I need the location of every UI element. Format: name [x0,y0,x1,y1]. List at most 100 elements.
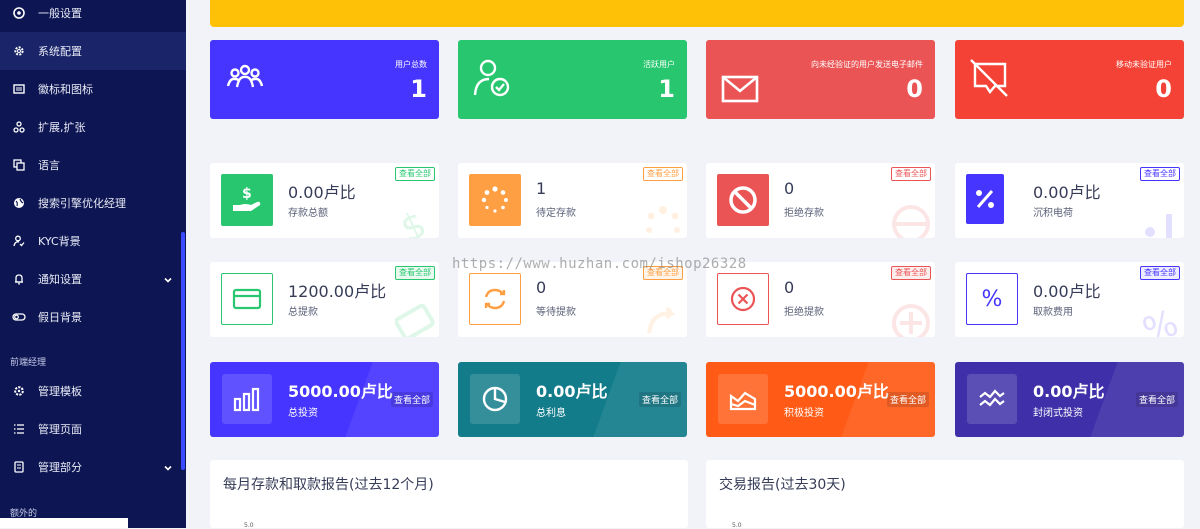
card-total-withdrawal[interactable]: 1200.00卢比 总提款 查看全部 [210,262,439,337]
card-total-users[interactable]: 用户总数 1 [210,40,439,119]
sidebar-item-seo-manager[interactable]: 搜索引擎优化经理 [0,184,186,222]
view-all-button[interactable]: 查看全部 [891,266,931,280]
card-label: 拒绝存款 [784,208,824,219]
sidebar-item-manage-templates[interactable]: 管理模板 [0,372,186,410]
card-active-investment[interactable]: 5000.00卢比 积极投资 查看全部 [706,362,935,437]
dollar-watermark-icon: $ [395,204,435,238]
pie-chart-icon [470,374,520,424]
percent-watermark-icon: % [1138,302,1184,337]
card-pending-withdrawal[interactable]: 0 等待提款 查看全部 [458,262,687,337]
sidebar-item-label: 扩展,扩张 [38,121,86,134]
card-title: 向未经验证的用户发送电子邮件 [811,60,923,69]
view-all-button[interactable]: 查看全部 [390,392,433,407]
view-all-button[interactable]: 查看全部 [891,167,931,181]
sidebar-item-language[interactable]: 语言 [0,146,186,184]
card-label: 积极投资 [784,408,824,419]
sidebar-scrollbar[interactable] [181,232,185,470]
sidebar-item-label: 通知设置 [38,273,82,286]
card-closed-investment[interactable]: 0.00卢比 封闭式投资 查看全部 [955,362,1184,437]
svg-text:%: % [1140,303,1180,337]
card-rejected-deposit[interactable]: 0 拒绝存款 查看全部 [706,163,935,238]
card-title: 用户总数 [395,60,427,69]
card-value: 0 [906,75,923,103]
chevron-down-icon [164,274,172,283]
card-title: 移动未验证用户 [1116,60,1172,69]
report-title: 交易报告(过去30天) [719,477,846,493]
users-icon [224,58,266,98]
toggle-icon [12,310,26,324]
sidebar-item-label: KYC背景 [38,235,81,248]
card-watermark-icon [394,303,435,337]
card-total-investment[interactable]: 5000.00卢比 总投资 查看全部 [210,362,439,437]
svg-text:$: $ [242,186,252,202]
sidebar-item-label: 管理模板 [38,385,82,398]
sidebar-bottom-bar [0,518,128,528]
sidebar-item-manage-sections[interactable]: 管理部分 [0,448,186,486]
hand-dollar-icon: $ [221,174,273,226]
card-active-users[interactable]: 活跃用户 1 [458,40,687,119]
sync-icon [469,273,521,325]
card-value: 5000.00卢比 [784,382,889,401]
card-label: 存款总额 [288,208,328,219]
card-pending-deposit[interactable]: 1 待定存款 查看全部 [458,163,687,238]
view-all-button[interactable]: 查看全部 [395,167,435,181]
sidebar-item-general-settings[interactable]: 一般设置 [0,0,186,32]
card-mobile-unverified[interactable]: 移动未验证用户 0 [955,40,1184,119]
sidebar-item-notification-settings[interactable]: 通知设置 [0,260,186,298]
card-email-unverified[interactable]: 向未经验证的用户发送电子邮件 0 [706,40,935,119]
x-circle-icon [717,273,769,325]
view-all-button[interactable]: 查看全部 [638,392,681,407]
card-value: 0 [784,278,795,297]
card-value: 1200.00卢比 [288,282,387,301]
card-value: 1 [658,75,675,103]
bell-icon [12,272,26,286]
view-all-button[interactable]: 查看全部 [1140,266,1180,280]
card-value: 0.00卢比 [1033,382,1105,401]
card-label: 总投资 [288,408,318,419]
view-all-button[interactable]: 查看全部 [643,167,683,181]
credit-card-icon [221,273,273,325]
ban-icon [717,174,769,226]
sidebar-item-label: 搜索引擎优化经理 [38,197,126,210]
card-label: 总利息 [536,408,566,419]
user-check-icon [472,58,514,98]
sidebar-item-logo-icons[interactable]: 徽标和图标 [0,70,186,108]
card-withdrawal-fee[interactable]: % 0.00卢比 取款费用 查看全部 % [955,262,1184,337]
notice-banner [210,0,1184,27]
envelope-icon [720,74,762,114]
card-deposit-charge[interactable]: 0.00卢比 沉积电荷 查看全部 [955,163,1184,238]
minus-circle-watermark-icon [891,204,931,238]
card-value: 0 [784,179,795,198]
chevron-down-icon [164,462,172,471]
sidebar-item-extensions[interactable]: 扩展,扩张 [0,108,186,146]
view-all-button[interactable]: 查看全部 [1140,167,1180,181]
sidebar-item-system-config[interactable]: 系统配置 [0,32,186,70]
card-value: 0 [536,278,547,297]
card-label: 拒绝提款 [784,307,824,318]
view-all-button[interactable]: 查看全部 [1135,392,1178,407]
view-all-button[interactable]: 查看全部 [395,266,435,280]
card-label: 封闭式投资 [1033,408,1083,419]
card-total-deposit[interactable]: $ 0.00卢比 存款总额 查看全部 $ [210,163,439,238]
mobile-off-icon [969,58,1011,98]
view-all-button[interactable]: 查看全部 [886,392,929,407]
sidebar-item-manage-pages[interactable]: 管理页面 [0,410,186,448]
card-rejected-withdrawal[interactable]: 0 拒绝提款 查看全部 [706,262,935,337]
card-total-interest[interactable]: 0.00卢比 总利息 查看全部 [458,362,687,437]
card-value: 0.00卢比 [1033,183,1101,202]
sidebar-item-label: 语言 [38,159,60,172]
sidebar-item-holiday[interactable]: 假日背景 [0,298,186,336]
settings-circle-icon [12,6,26,20]
card-value: 0.00卢比 [288,183,356,202]
percent-watermark-icon [1140,204,1180,238]
area-chart-icon [718,374,768,424]
globe-icon [12,196,26,210]
card-value: 0.00卢比 [1033,282,1101,301]
card-label: 沉积电荷 [1033,208,1073,219]
card-label: 取款费用 [1033,307,1073,318]
card-value: 5000.00卢比 [288,382,393,401]
sidebar-item-kyc[interactable]: KYC背景 [0,222,186,260]
sidebar-item-label: 一般设置 [38,7,82,20]
card-label: 总提款 [288,307,318,318]
wave-chart-icon [967,374,1017,424]
